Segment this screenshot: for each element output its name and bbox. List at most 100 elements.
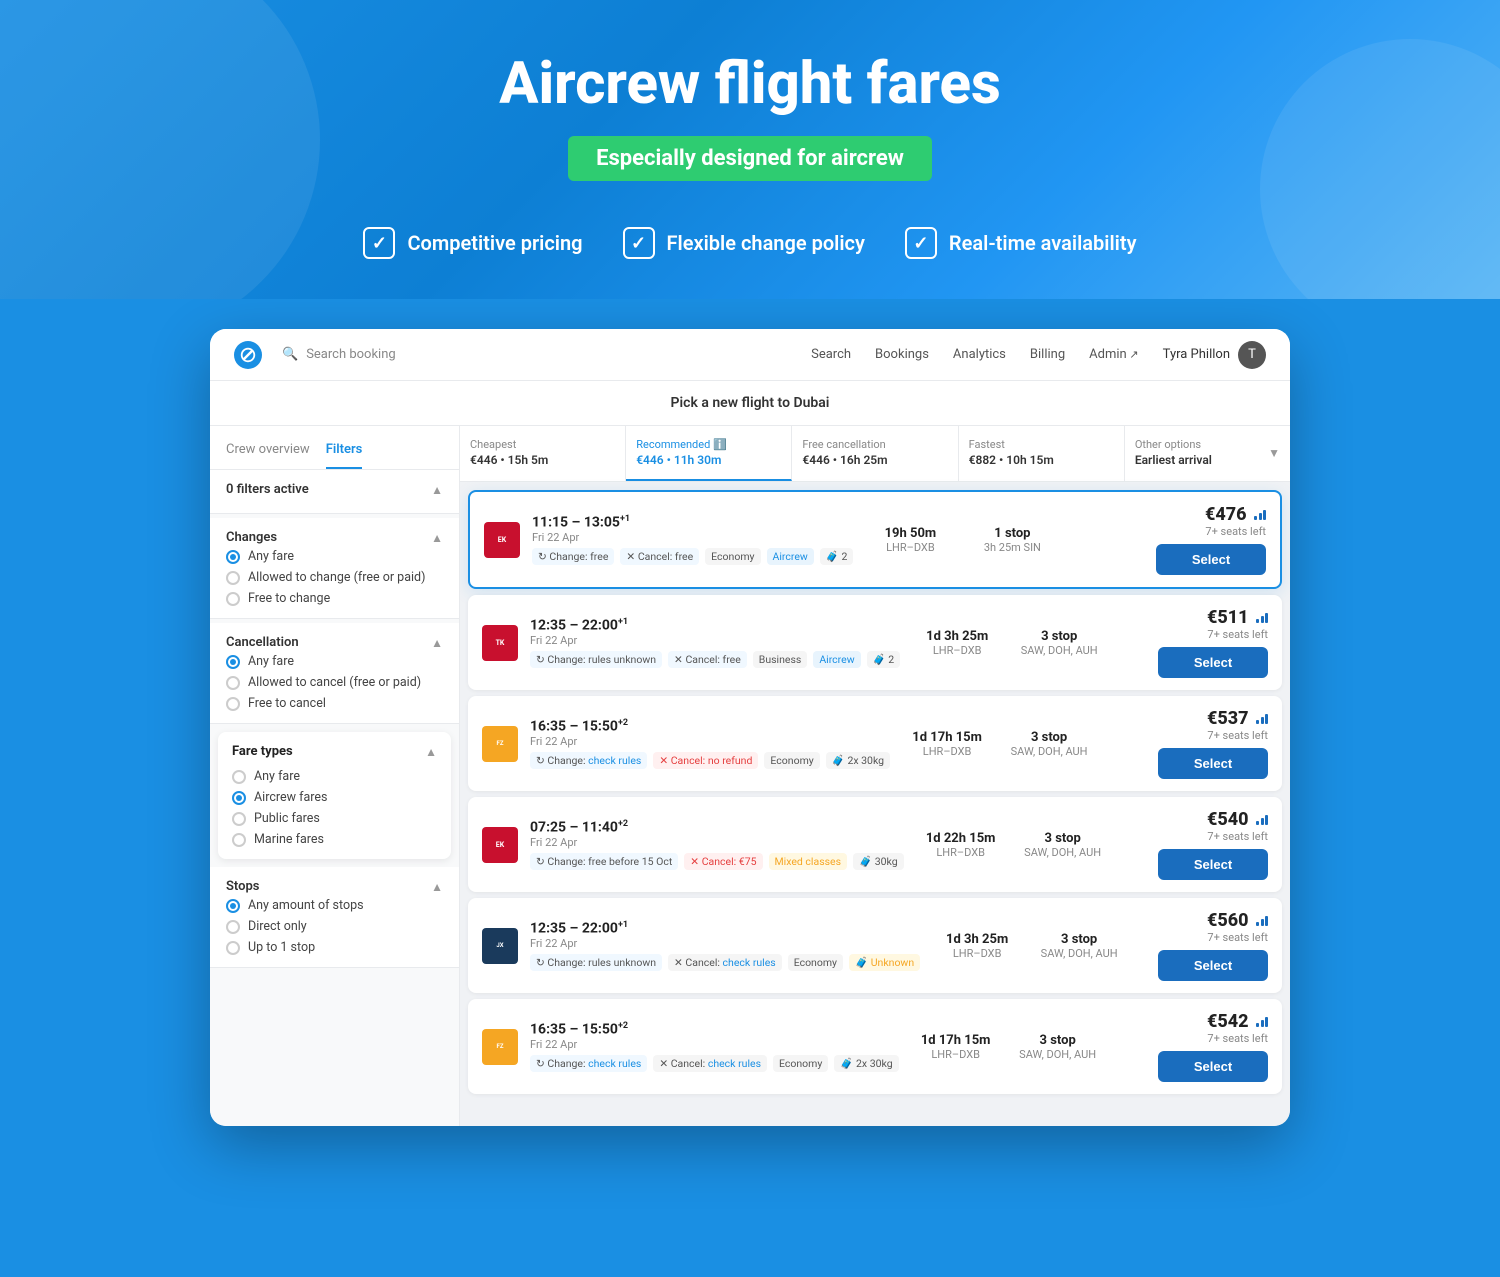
nav-billing[interactable]: Billing xyxy=(1030,347,1065,362)
user-menu[interactable]: Tyra Phillon T xyxy=(1163,341,1266,369)
filters-active-header[interactable]: 0 filters active ▲ xyxy=(226,482,443,497)
fare-any[interactable]: Any fare xyxy=(232,769,437,784)
select-button-3[interactable]: Select xyxy=(1158,748,1268,779)
select-button-5[interactable]: Select xyxy=(1158,950,1268,981)
sort-tab-recommended[interactable]: Recommended ℹ️ €446 • 11h 30m xyxy=(626,426,792,481)
fare-aircrew[interactable]: Aircrew fares xyxy=(232,790,437,805)
select-button-2[interactable]: Select xyxy=(1158,647,1268,678)
fare-tag-1: Aircrew xyxy=(767,548,814,565)
duration-route-2: LHR–DXB xyxy=(912,644,1002,657)
feature-availability-label: Real-time availability xyxy=(949,231,1137,255)
chevron-fare-types-icon: ▲ xyxy=(425,745,437,759)
flight-list: EK 11:15 – 13:05+1 Fri 22 Apr ↻ Change: … xyxy=(460,482,1290,1102)
sort-fastest-value: €882 • 10h 15m xyxy=(969,453,1114,467)
signal-icon-3 xyxy=(1256,712,1268,724)
changes-label: Changes xyxy=(226,530,277,545)
nav-analytics[interactable]: Analytics xyxy=(953,347,1006,362)
cancel-allowed-label: Allowed to cancel (free or paid) xyxy=(248,675,421,690)
tab-filters[interactable]: Filters xyxy=(326,442,363,469)
stops-header[interactable]: Stops ▲ xyxy=(226,879,443,894)
changes-allowed-label: Allowed to change (free or paid) xyxy=(248,570,425,585)
page-title: Pick a new flight to Dubai xyxy=(210,381,1290,426)
signal-icon-1 xyxy=(1254,508,1266,520)
cancel-any-fare[interactable]: Any fare xyxy=(226,654,443,669)
flight-tags-4: ↻ Change: free before 15 Oct ✕ Cancel: €… xyxy=(530,853,904,870)
flight-duration-5: 1d 3h 25m LHR–DXB xyxy=(932,932,1022,960)
price-seats-6: 7+ seats left xyxy=(1158,1032,1268,1045)
signal-icon-5 xyxy=(1256,914,1268,926)
cancel-free[interactable]: Free to cancel xyxy=(226,696,443,711)
flight-price-3: €537 7+ seats left Select xyxy=(1158,708,1268,779)
radio-fare-public xyxy=(232,812,246,826)
flight-times-3: 16:35 – 15:50+2 Fri 22 Apr ↻ Change: che… xyxy=(530,718,890,769)
user-name: Tyra Phillon xyxy=(1163,347,1230,362)
search-placeholder: Search booking xyxy=(306,347,396,362)
fare-types-header[interactable]: Fare types ▲ xyxy=(232,744,437,759)
check-icon-availability: ✓ xyxy=(905,227,937,259)
filters-active-section: 0 filters active ▲ xyxy=(210,470,459,514)
stops-via-4: SAW, DOH, AUH xyxy=(1018,846,1108,859)
flight-stops-2: 3 stop SAW, DOH, AUH xyxy=(1014,629,1104,657)
stops-via-5: SAW, DOH, AUH xyxy=(1034,947,1124,960)
fare-aircrew-label: Aircrew fares xyxy=(254,790,327,805)
duration-route-3: LHR–DXB xyxy=(902,745,992,758)
sort-other-sublabel: Earliest arrival xyxy=(1135,453,1212,467)
bag-tag-5: 🧳 Unknown xyxy=(849,954,920,971)
select-button-6[interactable]: Select xyxy=(1158,1051,1268,1082)
radio-fare-aircrew xyxy=(232,791,246,805)
stops-via-3: SAW, DOH, AUH xyxy=(1004,745,1094,758)
changes-free[interactable]: Free to change xyxy=(226,591,443,606)
flight-times-4: 07:25 – 11:40+2 Fri 22 Apr ↻ Change: fre… xyxy=(530,819,904,870)
stops-label-2: 3 stop xyxy=(1014,629,1104,644)
select-button-1[interactable]: Select xyxy=(1156,544,1266,575)
results-panel: Cheapest €446 • 15h 5m Recommended ℹ️ €4… xyxy=(460,426,1290,1126)
stops-options: Any amount of stops Direct only Up to 1 … xyxy=(226,898,443,955)
nav-search[interactable]: Search xyxy=(811,347,851,362)
stops-any-label: Any amount of stops xyxy=(248,898,364,913)
stops-one[interactable]: Up to 1 stop xyxy=(226,940,443,955)
hero-title: Aircrew flight fares xyxy=(20,50,1480,118)
changes-allowed[interactable]: Allowed to change (free or paid) xyxy=(226,570,443,585)
changes-any-fare[interactable]: Any fare xyxy=(226,549,443,564)
nav-bookings[interactable]: Bookings xyxy=(875,347,929,362)
changes-header[interactable]: Changes ▲ xyxy=(226,530,443,545)
sort-tab-fastest[interactable]: Fastest €882 • 10h 15m xyxy=(959,426,1125,481)
fare-marine-label: Marine fares xyxy=(254,832,324,847)
cabin-tag-1: Economy xyxy=(705,548,760,565)
airline-logo-flydubai-6: FZ xyxy=(482,1029,518,1065)
flight-price-4: €540 7+ seats left Select xyxy=(1158,809,1268,880)
sort-tab-cheapest[interactable]: Cheapest €446 • 15h 5m xyxy=(460,426,626,481)
cancel-allowed[interactable]: Allowed to cancel (free or paid) xyxy=(226,675,443,690)
search-bar[interactable]: 🔍 Search booking xyxy=(282,347,396,362)
fare-marine[interactable]: Marine fares xyxy=(232,832,437,847)
select-button-4[interactable]: Select xyxy=(1158,849,1268,880)
sort-fastest-label: Fastest xyxy=(969,438,1114,451)
flight-price-1: €476 7+ seats left Select xyxy=(1156,504,1266,575)
sort-recommended-value: €446 • 11h 30m xyxy=(636,453,781,467)
nav-admin[interactable]: Admin xyxy=(1089,347,1139,362)
cancellation-header[interactable]: Cancellation ▲ xyxy=(226,635,443,650)
stops-any[interactable]: Any amount of stops xyxy=(226,898,443,913)
cancellation-options: Any fare Allowed to cancel (free or paid… xyxy=(226,654,443,711)
change-tag-1: ↻ Change: free xyxy=(532,548,614,565)
stops-direct[interactable]: Direct only xyxy=(226,919,443,934)
flight-date-4: Fri 22 Apr xyxy=(530,836,904,849)
filters-active-label: 0 filters active xyxy=(226,482,309,497)
app-frame: 🔍 Search booking Search Bookings Analyti… xyxy=(210,329,1290,1126)
cancel-free-label: Free to cancel xyxy=(248,696,326,711)
change-tag-5: ↻ Change: rules unknown xyxy=(530,954,662,971)
fare-public[interactable]: Public fares xyxy=(232,811,437,826)
sort-other-label: Other options xyxy=(1135,438,1212,451)
duration-time-1: 19h 50m xyxy=(865,526,955,541)
radio-fare-any xyxy=(232,770,246,784)
price-amount-5: €560 xyxy=(1158,910,1268,931)
sort-tab-other[interactable]: Other options Earliest arrival ▼ xyxy=(1125,426,1290,481)
flight-duration-6: 1d 17h 15m LHR–DXB xyxy=(911,1033,1001,1061)
sort-tab-free-cancel[interactable]: Free cancellation €446 • 16h 25m xyxy=(792,426,958,481)
sort-cheapest-value: €446 • 15h 5m xyxy=(470,453,615,467)
radio-cancel-any xyxy=(226,655,240,669)
stops-label: Stops xyxy=(226,879,260,894)
price-seats-5: 7+ seats left xyxy=(1158,931,1268,944)
changes-any-label: Any fare xyxy=(248,549,294,564)
tab-crew-overview[interactable]: Crew overview xyxy=(226,442,310,469)
